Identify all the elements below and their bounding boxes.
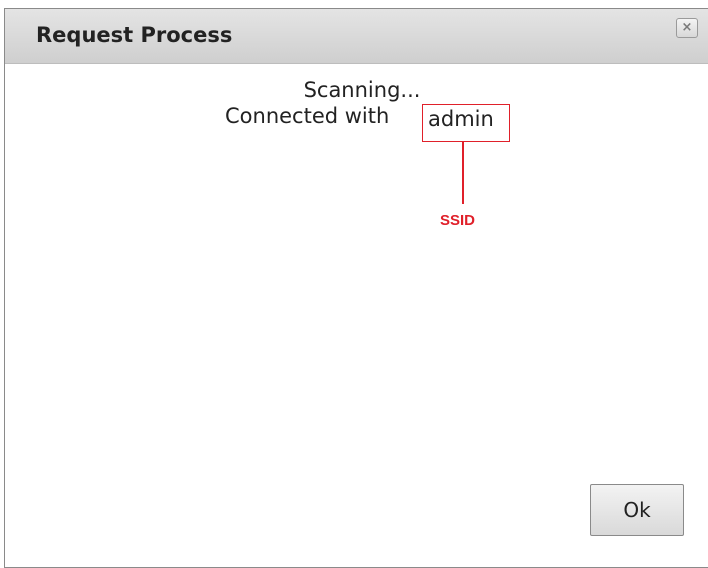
connected-with-label: Connected with: [225, 104, 390, 128]
dialog-title: Request Process: [36, 23, 233, 47]
close-icon[interactable]: ×: [676, 18, 698, 38]
dialog-titlebar: Request Process: [5, 9, 708, 64]
ssid-callout-label: SSID: [440, 212, 476, 229]
ok-button[interactable]: Ok: [590, 484, 684, 536]
ssid-callout-line: [462, 142, 464, 204]
scanning-status-text: Scanning...: [303, 78, 421, 102]
ssid-value: admin: [428, 107, 494, 131]
